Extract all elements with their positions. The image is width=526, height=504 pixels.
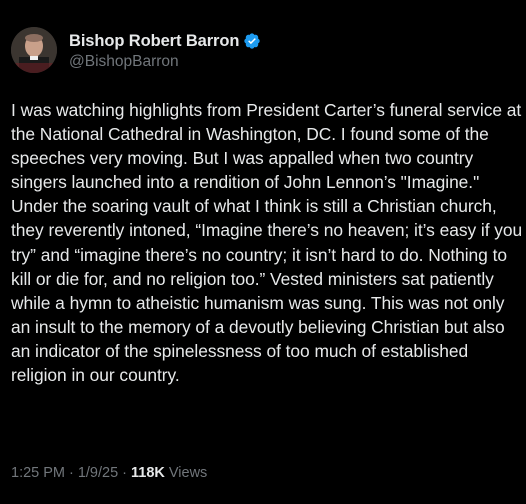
bottom-divider [0,496,526,504]
tweet-meta: 1:25 PM · 1/9/25 · 118K Views [11,465,207,481]
tweet-text: I was watching highlights from President… [11,100,523,386]
verified-badge-icon [243,32,261,50]
tweet-date[interactable]: 1/9/25 [78,465,118,481]
tweet-header: Bishop Robert Barron @BishopBarron [11,27,261,73]
meta-separator: · [69,465,74,481]
avatar-photo [11,27,57,73]
display-name[interactable]: Bishop Robert Barron [69,32,239,51]
views-label: Views [168,465,208,481]
avatar[interactable] [11,27,57,73]
views-count[interactable]: 118K [131,465,165,481]
handle[interactable]: @BishopBarron [69,53,261,71]
tweet-time[interactable]: 1:25 PM [11,465,65,481]
meta-separator: · [122,465,128,481]
